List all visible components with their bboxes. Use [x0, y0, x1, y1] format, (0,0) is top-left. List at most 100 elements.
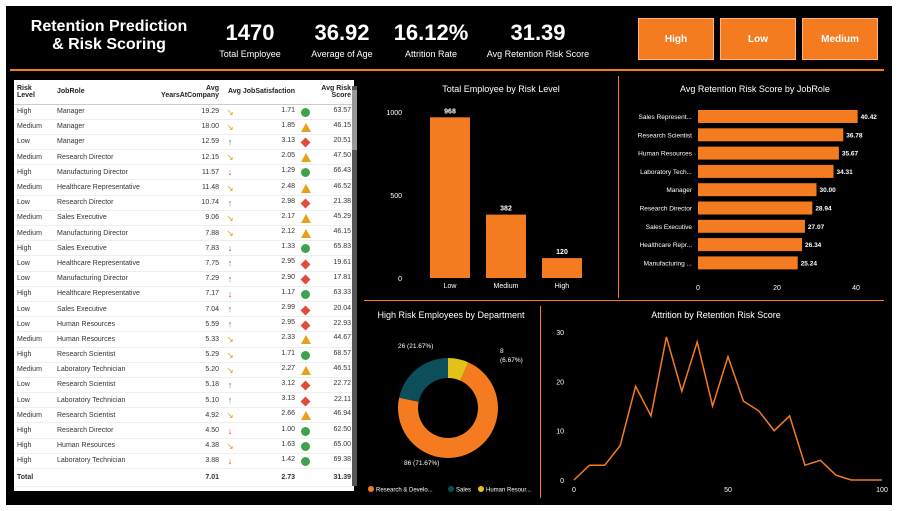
bar [698, 256, 798, 270]
y-tick-label: Healthcare Repr... [640, 242, 693, 249]
x-tick-label: 20 [773, 285, 781, 292]
table-cell: ↘ 2.33 [222, 331, 298, 348]
table-row[interactable]: Low Healthcare Representative 7.75 ↑ 2.95 19.… [14, 255, 354, 272]
cell-value: Medium [17, 411, 42, 419]
cell-value: Low [17, 138, 30, 146]
circle-icon [301, 350, 310, 360]
table-cell: 19.29 [146, 104, 222, 120]
cell-value: 63.33 [333, 288, 351, 296]
table-row[interactable]: Medium Research Scientist 4.92 ↘ 2.66 46.94 [14, 407, 354, 424]
cell-value: Healthcare Representative [57, 290, 140, 298]
table-scrollbar-thumb[interactable] [352, 90, 357, 150]
chart-title: Total Employee by Risk Level [442, 84, 560, 94]
triangle-icon [301, 213, 311, 223]
table-cell: High [14, 453, 54, 470]
table-cell: Low [14, 392, 54, 409]
cell-value: 19.61 [333, 258, 351, 266]
y-tick-label: Laboratory Tech... [640, 169, 692, 176]
cell-value: 65.00 [333, 440, 351, 448]
cell-value: Research Director [57, 427, 114, 435]
cell-value: Human Resources [57, 335, 115, 343]
column-header[interactable]: Risk Level [14, 80, 54, 105]
cell-value: 7.17 [205, 290, 219, 298]
cell-value: 3.13 [281, 395, 295, 403]
table-cell: Laboratory Technician [54, 392, 146, 409]
table-row[interactable]: High Research Scientist 5.29 ↘ 1.71 68.57 [14, 347, 354, 363]
table-cell: Research Scientist [54, 347, 146, 363]
table-cell: ↑ 3.13 [222, 392, 298, 409]
table-row[interactable]: Medium Healthcare Representative 11.48 ↘ 2.4… [14, 179, 354, 196]
data-label: 34.31 [837, 169, 854, 176]
table-cell: Low [14, 271, 54, 287]
cell-value: High [17, 168, 32, 176]
table-cell: High [14, 422, 54, 439]
table-cell: ↓ 1.42 [222, 453, 298, 470]
cell-value: High [17, 427, 32, 435]
table-row[interactable]: High Manager 19.29 ↘ 1.71 63.57 [14, 104, 354, 120]
table-row[interactable]: Medium Research Director 12.15 ↘ 2.05 47.50 [14, 149, 354, 166]
table-row[interactable]: Medium Laboratory Technician 5.20 ↘ 2.27 46.5… [14, 362, 354, 378]
table-row[interactable]: Low Manager 12.59 ↑ 3.13 20.51 [14, 134, 354, 151]
arrow-diagonal-icon: ↘ [226, 228, 234, 239]
bar [698, 219, 805, 233]
cell-value: 2.33 [281, 334, 295, 342]
cell-value: 2.12 [281, 228, 295, 236]
table-row[interactable]: Low Research Scientist 5.18 ↑ 3.12 22.72 [14, 377, 354, 394]
cell-value: High [17, 351, 32, 359]
data-label: 25.24 [801, 260, 818, 267]
arrow-up-icon: ↑ [227, 136, 233, 147]
y-tick-label: Research Director [640, 206, 693, 213]
chart-title: Avg Retention Risk Score by JobRole [680, 84, 830, 94]
cell-value: 66.43 [333, 167, 351, 175]
cell-value: 46.94 [333, 410, 351, 418]
cell-value: 1.17 [281, 288, 295, 296]
slicer-medium-button[interactable]: Medium [802, 18, 878, 60]
column-header[interactable]: Avg JobSatisfaction [222, 80, 298, 105]
table-row[interactable]: High Human Resources 4.38 ↘ 1.63 65.00 [14, 438, 354, 454]
table-row[interactable]: High Sales Executive 7.83 ↓ 1.33 65.83 [14, 240, 354, 257]
cell-value: 1.29 [281, 167, 295, 175]
column-header[interactable]: Avg YearsAtCompany [146, 80, 222, 105]
table-row[interactable]: Low Sales Executive 7.04 ↑ 2.99 20.04 [14, 301, 354, 318]
table-row[interactable]: High Research Director 4.50 ↓ 1.00 62.50 [14, 422, 354, 439]
table-row[interactable]: Low Human Resources 5.59 ↑ 2.95 22.93 [14, 316, 354, 333]
data-label: 382 [500, 206, 512, 213]
table-row[interactable]: Low Laboratory Technician 5.10 ↑ 3.13 22.11 [14, 392, 354, 409]
table-row[interactable]: High Healthcare Representative 7.17 ↓ 1.17 63… [14, 286, 354, 302]
chart-title: High Risk Employees by Department [377, 310, 525, 320]
table-row[interactable]: Medium Manufacturing Director 7.88 ↘ 2.12 46.… [14, 225, 354, 242]
table-cell: ↑ 3.13 [222, 134, 298, 151]
cell-value: 1.63 [281, 440, 295, 448]
x-tick-label: 50 [724, 487, 732, 494]
cell-value: 2.99 [281, 304, 295, 312]
table-row[interactable]: Medium Sales Executive 9.06 ↘ 2.17 45.29 [14, 210, 354, 227]
table-row[interactable]: Low Research Director 10.74 ↑ 2.98 21.38 [14, 195, 354, 211]
table-cell: ↑ 2.99 [222, 301, 298, 318]
slice-label: 8 [500, 348, 504, 355]
cell-value: Sales Executive [57, 305, 107, 313]
table-row[interactable]: Medium Human Resources 5.33 ↘ 2.33 44.67 [14, 331, 354, 348]
divider [540, 306, 541, 498]
column-header[interactable]: JobRole [54, 80, 146, 105]
table-row[interactable]: Low Manufacturing Director 7.29 ↑ 2.90 17.81 [14, 271, 354, 287]
slice-label: 86 (71.67%) [404, 460, 439, 467]
bar [698, 164, 834, 178]
column-header[interactable]: Avg Risk Score [298, 80, 354, 105]
table-cell: ↘ 2.66 [222, 407, 298, 424]
table-cell: Research Scientist [54, 407, 146, 424]
slicer-low-button[interactable]: Low [720, 18, 796, 60]
table-cell: Healthcare Representative [54, 255, 146, 272]
table-row[interactable]: High Laboratory Technician 3.88 ↓ 1.42 69.38 [14, 453, 354, 470]
cell-value: Low [17, 320, 30, 328]
cell-value: 5.20 [205, 366, 219, 374]
cell-value: 2.98 [281, 197, 295, 205]
table-row[interactable]: High Manufacturing Director 11.57 ↓ 1.29 66.4… [14, 164, 354, 181]
slicer-high-button[interactable]: High [638, 18, 714, 60]
page-title: Retention Prediction & Risk Scoring [30, 18, 188, 53]
table-cell: Low [14, 301, 54, 318]
cell-value: Healthcare Representative [57, 184, 140, 192]
table-cell: Medium [14, 149, 54, 166]
legend-marker [448, 486, 454, 492]
table-cell: ↓ 1.00 [222, 422, 298, 439]
table-row[interactable]: Medium Manager 18.00 ↘ 1.85 46.15 [14, 119, 354, 135]
